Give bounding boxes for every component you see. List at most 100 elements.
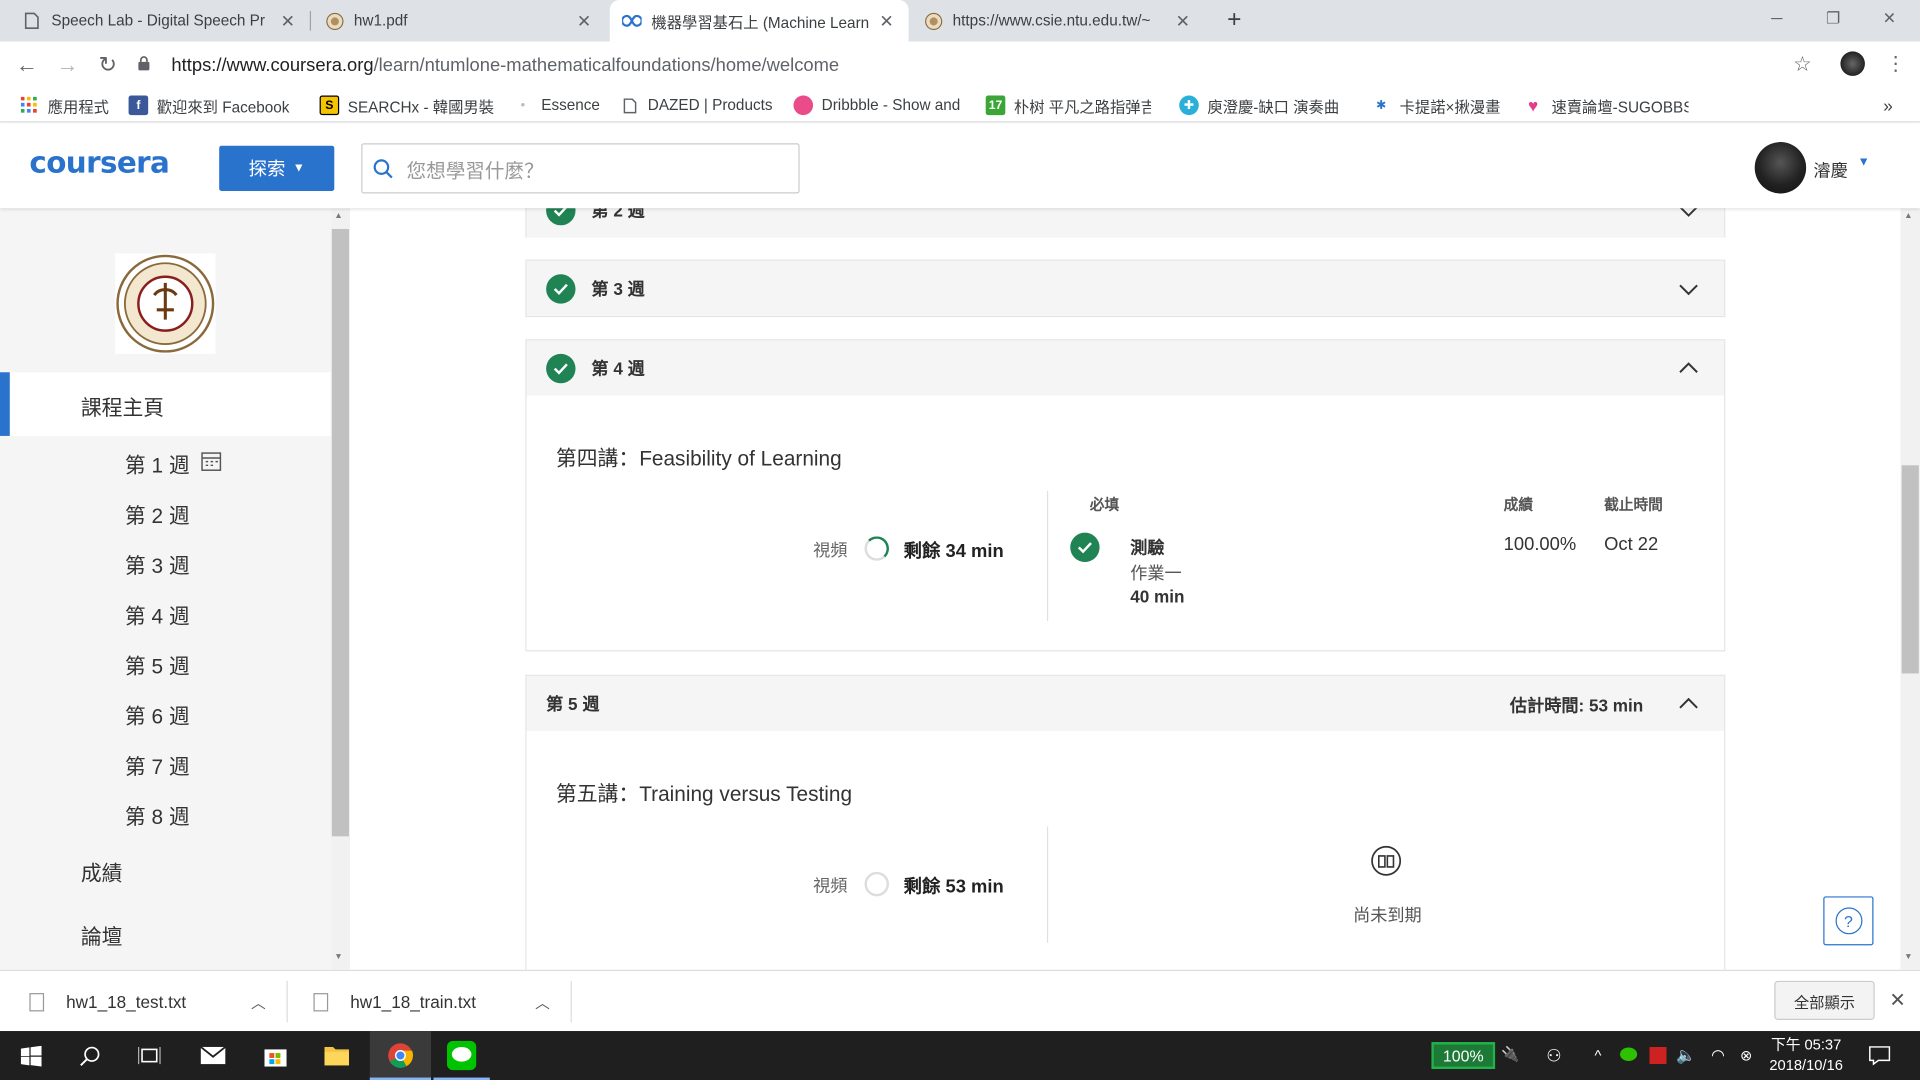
bookmark-star-icon[interactable]: ☆ — [1788, 50, 1817, 79]
people-icon[interactable]: ⚇ — [1538, 1040, 1570, 1072]
back-arrow-icon[interactable]: ← — [12, 50, 41, 79]
window-close-icon[interactable]: ✕ — [1861, 0, 1917, 37]
battery-indicator[interactable]: 100% — [1431, 1042, 1496, 1069]
sidebar-item-week-5[interactable]: 第 5 週 — [125, 649, 190, 680]
sidebar-item-week-3[interactable]: 第 3 週 — [125, 549, 190, 580]
scroll-down-icon[interactable]: ▼ — [334, 953, 342, 962]
wechat-icon[interactable] — [1614, 1040, 1646, 1072]
store-icon[interactable] — [260, 1040, 292, 1072]
sidebar-item-week-2[interactable]: 第 2 週 — [125, 498, 190, 529]
reload-icon[interactable]: ↻ — [93, 50, 122, 79]
explore-button[interactable]: 探索 ▼ — [219, 145, 335, 192]
address-bar-row: ← → ↻ https://www.coursera.org/learn/ntu… — [0, 41, 1920, 89]
bookmarks-overflow-button[interactable]: » — [1883, 94, 1893, 116]
lecture-title[interactable]: 第四講：Feasibility of Learning — [556, 441, 842, 472]
sidebar-item-week-7[interactable]: 第 7 週 — [125, 749, 190, 780]
show-all-button[interactable]: 全部顯示 — [1774, 980, 1875, 1021]
file-icon — [313, 992, 329, 1011]
quiz-name[interactable]: 作業一 — [1130, 561, 1181, 585]
sidebar-item-week-6[interactable]: 第 6 週 — [125, 699, 190, 730]
bookmark-kouzi[interactable]: ✚ 庾澄慶-缺口 演奏曲 — [1179, 94, 1339, 116]
system-clock[interactable]: 下午 05:37 2018/10/16 — [1763, 1035, 1849, 1077]
windows-start-icon[interactable] — [15, 1040, 47, 1072]
sidebar-item-grades[interactable]: 成績 — [81, 856, 123, 887]
volume-icon[interactable]: 🔈 — [1670, 1040, 1702, 1072]
ime-icon[interactable]: ⊗ — [1730, 1040, 1762, 1072]
user-name[interactable]: 濬慶 — [1813, 158, 1847, 182]
chrome-icon[interactable] — [384, 1040, 416, 1072]
chevron-down-icon[interactable] — [1678, 208, 1700, 221]
sidebar-item-forum[interactable]: 論壇 — [81, 920, 123, 951]
line-app-icon[interactable] — [446, 1040, 478, 1072]
notification-icon[interactable] — [1864, 1040, 1896, 1072]
sidebar-scroll-thumb[interactable] — [331, 228, 349, 837]
bookmark-facebook[interactable]: f 歡迎來到 Facebook — [128, 94, 289, 116]
help-button[interactable]: ? — [1823, 896, 1874, 946]
avatar[interactable] — [1754, 142, 1807, 194]
coursera-logo[interactable]: coursera — [29, 146, 169, 180]
download-item[interactable]: hw1_18_test.txt — [29, 983, 186, 1020]
heart-icon: ♥ — [1527, 95, 1539, 116]
caret-down-icon[interactable]: ▼ — [1858, 156, 1870, 169]
bookmark-label: 卡提諾×揪漫畫 — [1399, 98, 1501, 116]
chevron-up-icon[interactable]: ︿ — [535, 992, 550, 1013]
sidebar-item-course-home[interactable]: 課程主頁 — [0, 372, 331, 436]
chevron-up-icon[interactable]: ^ — [1582, 1040, 1614, 1072]
quiz-type[interactable]: 測驗 — [1130, 535, 1164, 559]
close-icon[interactable]: ✕ — [574, 10, 594, 31]
main-scroll-thumb[interactable] — [1901, 465, 1919, 674]
browser-tab-coursera[interactable]: 機器學習基石上 (Machine Learn ✕ — [609, 0, 909, 42]
week-4-header[interactable]: 第 4 週 — [526, 340, 1725, 396]
profile-avatar-icon[interactable] — [1840, 51, 1865, 76]
bookmark-dazed[interactable]: DAZED | Products — [620, 94, 773, 116]
search-icon[interactable] — [73, 1040, 105, 1072]
bookmark-comic[interactable]: ✱ 卡提諾×揪漫畫 — [1371, 94, 1500, 116]
week-3-header[interactable]: 第 3 週 — [526, 260, 1725, 316]
chevron-up-icon[interactable] — [1678, 693, 1700, 715]
scroll-down-icon[interactable]: ▼ — [1904, 953, 1912, 962]
video-label: 視頻 — [813, 875, 848, 896]
active-indicator — [0, 372, 10, 436]
task-view-icon[interactable] — [133, 1040, 165, 1072]
bookmark-apps[interactable]: 應用程式 — [20, 94, 109, 116]
tab-title: Speech Lab - Digital Speech Pr — [51, 12, 266, 30]
menu-dots-icon[interactable]: ⋮ — [1881, 50, 1910, 79]
sidebar-item-week-1[interactable]: 第 1 週 — [125, 448, 190, 479]
forward-arrow-icon[interactable]: → — [53, 50, 82, 79]
close-icon[interactable]: ✕ — [1889, 988, 1905, 1012]
search-input[interactable]: 您想學習什麼？ — [361, 143, 800, 194]
file-explorer-icon[interactable] — [321, 1040, 353, 1072]
chevron-down-icon[interactable] — [1678, 278, 1700, 300]
quiz-deadline: Oct 22 — [1604, 533, 1659, 555]
browser-tab-csie[interactable]: https://www.csie.ntu.edu.tw/~ ✕ — [911, 0, 1205, 42]
bookmark-searchx[interactable]: S SEARCHx - 韓國男裝 — [319, 94, 494, 116]
sidebar-item-week-4[interactable]: 第 4 週 — [125, 599, 190, 630]
wifi-icon[interactable]: ◠ — [1702, 1040, 1734, 1072]
bookmark-essence[interactable]: • Essence — [513, 94, 600, 116]
sidebar-item-week-8[interactable]: 第 8 週 — [125, 800, 190, 831]
bookmark-sugobbs[interactable]: ♥ 速賣論壇-SUGOBBS — [1523, 94, 1689, 116]
week-2-header[interactable]: 第 2 週 — [526, 208, 1725, 238]
scroll-up-icon[interactable]: ▲ — [334, 212, 342, 221]
mail-icon[interactable] — [197, 1040, 229, 1072]
restore-icon[interactable]: ❐ — [1805, 0, 1861, 37]
chevron-up-icon[interactable] — [1678, 358, 1700, 380]
close-icon[interactable]: ✕ — [877, 10, 897, 31]
close-icon[interactable]: ✕ — [1173, 10, 1193, 31]
browser-tab-hw1[interactable]: hw1.pdf ✕ — [312, 0, 606, 42]
close-icon[interactable]: ✕ — [278, 10, 298, 31]
browser-tab-speech-lab[interactable]: Speech Lab - Digital Speech Pr ✕ — [10, 0, 310, 42]
scroll-up-icon[interactable]: ▲ — [1904, 212, 1912, 221]
chevron-up-icon[interactable]: ︿ — [251, 992, 266, 1013]
download-item[interactable]: hw1_18_train.txt — [313, 983, 476, 1020]
video-remaining[interactable]: 剩餘 34 min — [904, 538, 1004, 564]
new-tab-button[interactable]: + — [1220, 5, 1249, 34]
week-5-header[interactable]: 第 5 週 估計時間: 53 min — [526, 675, 1725, 732]
url-field[interactable]: https://www.coursera.org/learn/ntumlone-… — [137, 47, 1827, 84]
lecture-title[interactable]: 第五講：Training versus Testing — [556, 776, 852, 807]
bookmark-dribbble[interactable]: Dribbble - Show and — [793, 94, 960, 116]
tray-app-icon[interactable] — [1642, 1040, 1674, 1072]
video-remaining[interactable]: 剩餘 53 min — [904, 873, 1004, 899]
bookmark-pingfan[interactable]: 17 朴树 平凡之路指弹吉 — [985, 94, 1151, 116]
minimize-icon[interactable]: ─ — [1749, 0, 1805, 37]
